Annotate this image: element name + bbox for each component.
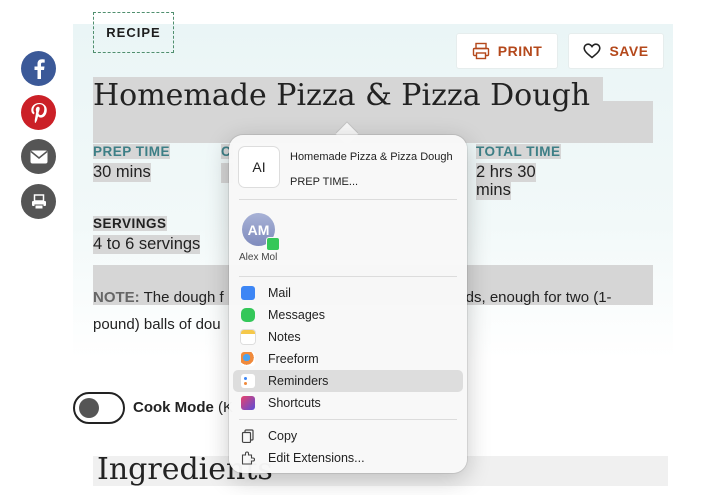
cook-mode-label: Cook Mode (K: [133, 399, 233, 416]
avatar-initials: AM: [247, 221, 270, 238]
total-time-value: 2 hrs 30: [476, 163, 536, 182]
menu-label: Messages: [268, 308, 325, 322]
edit-extensions-action[interactable]: Edit Extensions...: [233, 447, 463, 469]
share-app-reminders[interactable]: Reminders: [233, 370, 463, 392]
servings-value: 4 to 6 servings: [93, 235, 201, 254]
email-icon: [30, 150, 47, 163]
menu-label: Mail: [268, 286, 291, 300]
menu-label: Copy: [268, 429, 298, 443]
text-document-icon: AI: [252, 159, 266, 175]
recipe-title: Homemade Pizza & Pizza Dough: [93, 78, 591, 113]
share-preview-title: Homemade Pizza & Pizza Dough: [290, 151, 453, 163]
mail-icon: [241, 286, 255, 300]
pinterest-share-button[interactable]: [21, 95, 56, 130]
share-app-shortcuts[interactable]: Shortcuts: [233, 392, 463, 414]
facebook-share-button[interactable]: [21, 51, 56, 86]
divider: [239, 199, 457, 200]
share-preview-subtitle: PREP TIME...: [290, 176, 359, 188]
menu-label: Notes: [268, 330, 301, 344]
menu-label: Edit Extensions...: [268, 451, 365, 465]
note-text-start: The dough f: [143, 289, 224, 306]
contact-name: Alex Mol: [239, 252, 278, 263]
save-label: SAVE: [609, 43, 649, 59]
toggle-knob: [79, 398, 99, 418]
save-button[interactable]: SAVE: [569, 34, 663, 68]
print-label: PRINT: [497, 43, 543, 59]
print-icon: [472, 42, 489, 60]
cook-mode-text: Cook Mode: [133, 399, 214, 416]
freeform-icon: [241, 352, 255, 366]
messages-icon: [241, 308, 255, 322]
menu-label: Freeform: [268, 352, 319, 366]
share-sheet: AI Homemade Pizza & Pizza Dough PREP TIM…: [229, 135, 467, 473]
copy-icon: [241, 429, 254, 443]
cook-mode-toggle[interactable]: [73, 392, 125, 424]
total-time-label: TOTAL TIME: [476, 144, 561, 159]
menu-label: Reminders: [268, 374, 329, 388]
notes-icon: [241, 330, 255, 344]
share-app-notes[interactable]: Notes: [233, 326, 463, 348]
divider: [239, 419, 457, 420]
print-button[interactable]: PRINT: [457, 34, 557, 68]
facebook-icon: [34, 58, 45, 79]
share-app-mail[interactable]: Mail: [233, 282, 463, 304]
print-icon: [31, 193, 46, 209]
total-time-value-cont: mins: [476, 181, 511, 200]
email-share-button[interactable]: [21, 139, 56, 174]
shortcuts-icon: [241, 396, 255, 410]
extensions-icon: [241, 451, 255, 465]
messages-badge-icon: [266, 237, 280, 251]
prep-time-value: 30 mins: [93, 163, 151, 182]
recipe-tag: RECIPE: [93, 12, 174, 53]
servings-label: SERVINGS: [93, 216, 167, 231]
share-app-messages[interactable]: Messages: [233, 304, 463, 326]
pinterest-icon: [30, 102, 47, 123]
copy-action[interactable]: Copy: [233, 425, 463, 447]
prep-time-label: PREP TIME: [93, 144, 171, 159]
share-preview-thumbnail: AI: [239, 147, 279, 187]
menu-label: Shortcuts: [268, 396, 321, 410]
note-label: NOTE:: [93, 289, 140, 306]
divider: [239, 276, 457, 277]
heart-icon: [583, 43, 602, 59]
print-share-button[interactable]: [21, 184, 56, 219]
reminders-icon: [241, 374, 255, 388]
note-text-end: ds, enough for two (1-: [465, 289, 612, 306]
share-app-freeform[interactable]: Freeform: [233, 348, 463, 370]
